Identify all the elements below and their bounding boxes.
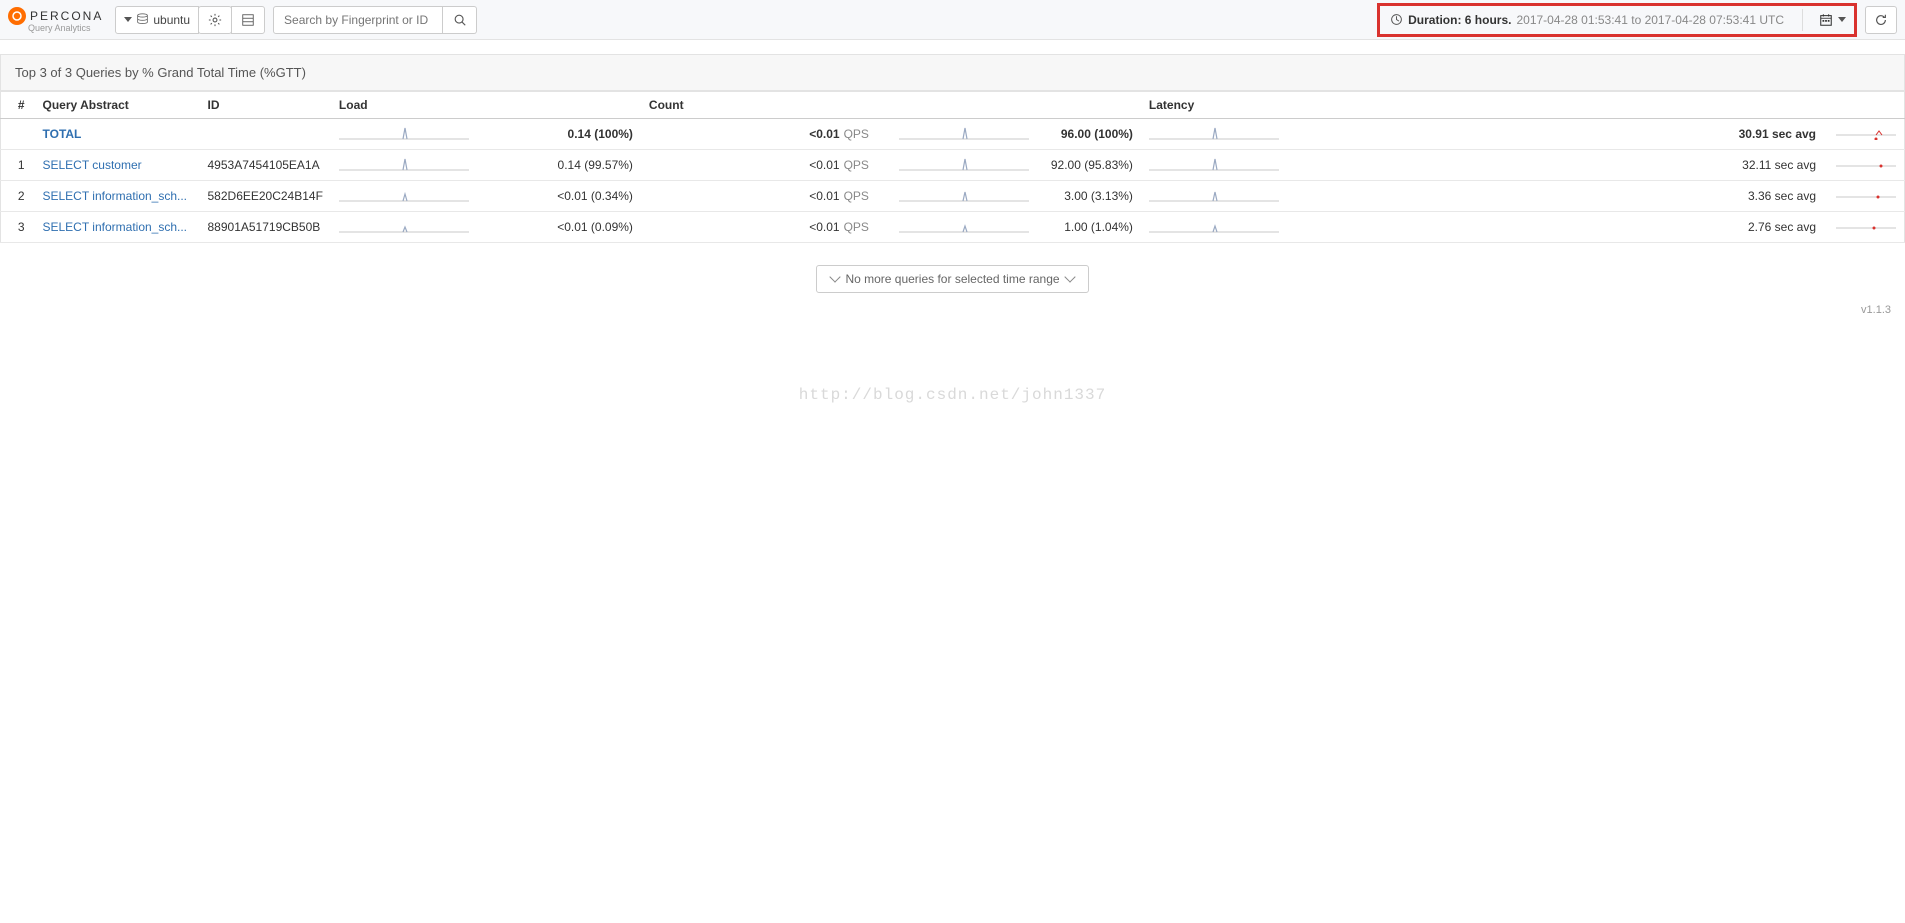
col-id[interactable]: ID — [200, 92, 331, 119]
latency-mini-chart — [1836, 128, 1896, 140]
total-load-value: 0.14 (100%) — [568, 127, 633, 141]
table-row[interactable]: 1 SELECT customer 4953A7454105EA1A 0.14 … — [1, 150, 1905, 181]
list-view-button[interactable] — [231, 6, 265, 34]
queries-table: # Query Abstract ID Load Count Latency T… — [0, 91, 1905, 243]
no-more-label: No more queries for selected time range — [845, 272, 1059, 286]
col-query-abstract[interactable]: Query Abstract — [35, 92, 200, 119]
search-input[interactable] — [273, 6, 443, 34]
percona-logo-icon — [8, 7, 26, 25]
top-toolbar: PERCONA Query Analytics ubuntu — [0, 0, 1905, 40]
col-count[interactable]: Count — [641, 92, 1141, 119]
latency-sparkline — [1149, 218, 1279, 236]
latency-mini-chart — [1836, 159, 1896, 171]
load-sparkline — [339, 125, 469, 143]
count-sparkline — [899, 156, 1029, 174]
calendar-dropdown-button[interactable] — [1811, 13, 1854, 27]
latency-mini-chart — [1836, 221, 1896, 233]
query-link[interactable]: SELECT information_sch... — [43, 220, 188, 234]
total-count-value: 96.00 (100%) — [1061, 127, 1133, 141]
count-sparkline — [899, 218, 1029, 236]
col-index: # — [1, 92, 35, 119]
db-selector-label: ubuntu — [153, 13, 190, 27]
chevron-down-icon — [830, 271, 841, 282]
gear-icon — [208, 13, 222, 27]
query-id: 582D6EE20C24B14F — [200, 181, 331, 212]
watermark-text: http://blog.csdn.net/john1337 — [799, 386, 1106, 404]
col-latency[interactable]: Latency — [1141, 92, 1905, 119]
duration-label: Duration: 6 hours. — [1408, 13, 1511, 27]
brand-subtitle: Query Analytics — [28, 23, 91, 33]
total-latency-value: 30.91 sec avg — [1289, 127, 1816, 141]
settings-button[interactable] — [198, 6, 232, 34]
caret-down-icon — [1838, 17, 1846, 22]
search-button[interactable] — [443, 6, 477, 34]
brand-name: PERCONA — [30, 9, 103, 23]
panel-title: Top 3 of 3 Queries by % Grand Total Time… — [0, 54, 1905, 91]
query-link[interactable]: SELECT customer — [43, 158, 142, 172]
caret-down-icon — [124, 17, 132, 22]
database-icon — [136, 13, 149, 26]
chevron-down-icon — [1064, 271, 1075, 282]
refresh-icon — [1874, 13, 1888, 27]
latency-mini-chart — [1836, 190, 1896, 202]
latency-sparkline — [1149, 187, 1279, 205]
col-load[interactable]: Load — [331, 92, 641, 119]
latency-sparkline — [1149, 125, 1279, 143]
latency-sparkline — [1149, 156, 1279, 174]
load-sparkline — [339, 218, 469, 236]
load-sparkline — [339, 187, 469, 205]
version-label: v1.1.3 — [1861, 304, 1891, 316]
count-sparkline — [899, 125, 1029, 143]
query-id: 4953A7454105EA1A — [200, 150, 331, 181]
total-label[interactable]: TOTAL — [43, 127, 82, 141]
no-more-queries-button[interactable]: No more queries for selected time range — [816, 265, 1088, 293]
clock-icon — [1390, 13, 1403, 26]
query-id: 88901A51719CB50B — [200, 212, 331, 243]
duration-selector[interactable]: Duration: 6 hours. 2017-04-28 01:53:41 t… — [1377, 3, 1857, 37]
query-link[interactable]: SELECT information_sch... — [43, 189, 188, 203]
list-icon — [241, 13, 255, 27]
count-sparkline — [899, 187, 1029, 205]
table-row[interactable]: 3 SELECT information_sch... 88901A51719C… — [1, 212, 1905, 243]
table-row[interactable]: 2 SELECT information_sch... 582D6EE20C24… — [1, 181, 1905, 212]
refresh-button[interactable] — [1865, 6, 1897, 34]
db-dropdown-button[interactable]: ubuntu — [115, 6, 199, 34]
load-sparkline — [339, 156, 469, 174]
calendar-icon — [1819, 13, 1833, 27]
total-row[interactable]: TOTAL 0.14 (100%) <0.01QPS 96.00 (100%) … — [1, 119, 1905, 150]
duration-range: 2017-04-28 01:53:41 to 2017-04-28 07:53:… — [1516, 13, 1784, 27]
search-icon — [453, 13, 467, 27]
brand-logo: PERCONA Query Analytics — [8, 7, 103, 33]
